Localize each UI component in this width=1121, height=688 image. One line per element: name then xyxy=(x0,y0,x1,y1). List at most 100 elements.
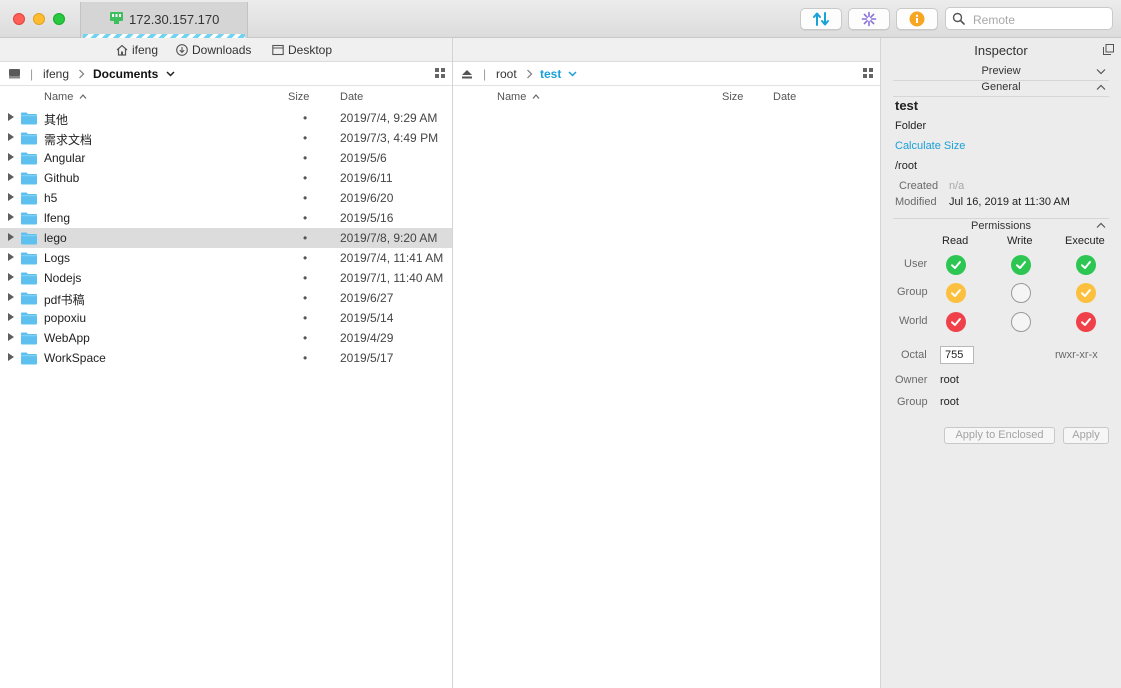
checkmark-icon xyxy=(951,318,961,326)
disclosure-triangle-icon[interactable] xyxy=(8,273,14,281)
table-row[interactable]: Angular • 2019/5/6 xyxy=(0,148,452,168)
perm-read-toggle[interactable] xyxy=(946,283,966,303)
apply-button[interactable]: Apply xyxy=(1063,427,1109,444)
local-path-root[interactable]: ifeng xyxy=(43,67,69,81)
favorite-desktop-label: Desktop xyxy=(288,43,333,57)
table-row[interactable]: 其他 • 2019/7/4, 9:29 AM xyxy=(0,108,452,128)
disclosure-triangle-icon[interactable] xyxy=(8,333,14,341)
column-date-header[interactable]: Date xyxy=(773,91,796,103)
folder-icon xyxy=(20,191,38,205)
disclosure-triangle-icon[interactable] xyxy=(8,193,14,201)
sort-ascending-icon xyxy=(79,94,87,99)
created-label: Created xyxy=(899,180,939,192)
desktop-icon xyxy=(272,44,284,56)
table-row[interactable]: lego • 2019/7/8, 9:20 AM xyxy=(0,228,452,248)
file-size: • xyxy=(303,291,308,305)
zoom-window-button[interactable] xyxy=(53,13,65,25)
perm-write-toggle[interactable] xyxy=(1011,283,1031,303)
perm-write-toggle[interactable] xyxy=(1011,255,1031,275)
table-row[interactable]: Nodejs • 2019/7/1, 11:40 AM xyxy=(0,268,452,288)
general-section-header[interactable]: General xyxy=(893,81,1109,97)
perm-execute-header: Execute xyxy=(1065,235,1105,247)
transfer-button[interactable] xyxy=(800,8,842,30)
owner-value[interactable]: root xyxy=(940,374,959,386)
perm-row-label: World xyxy=(899,315,928,327)
file-size: • xyxy=(303,131,308,145)
minimize-window-button[interactable] xyxy=(33,13,45,25)
copy-icon[interactable] xyxy=(1103,44,1114,55)
disclosure-triangle-icon[interactable] xyxy=(8,113,14,121)
table-row[interactable]: Github • 2019/6/11 xyxy=(0,168,452,188)
preview-section-header[interactable]: Preview xyxy=(893,65,1109,81)
chevron-down-icon[interactable] xyxy=(568,71,577,77)
permissions-section-header[interactable]: Permissions xyxy=(893,218,1109,235)
table-row[interactable]: WebApp • 2019/4/29 xyxy=(0,328,452,348)
octal-field[interactable]: 755 xyxy=(940,346,974,364)
perm-execute-toggle[interactable] xyxy=(1076,312,1096,332)
favorite-home[interactable]: ifeng xyxy=(116,43,158,57)
remote-path-root[interactable]: root xyxy=(496,67,517,81)
favorite-downloads[interactable]: Downloads xyxy=(176,43,251,57)
connection-title: 172.30.157.170 xyxy=(129,12,220,27)
folder-icon xyxy=(20,351,38,365)
group-value[interactable]: root xyxy=(940,396,959,408)
activity-button[interactable] xyxy=(848,8,890,30)
column-size-header[interactable]: Size xyxy=(722,91,743,103)
file-name: Angular xyxy=(44,151,86,165)
info-button[interactable] xyxy=(896,8,938,30)
file-name: pdf书稿 xyxy=(44,293,85,307)
item-name: test xyxy=(895,98,919,113)
folder-icon xyxy=(20,231,38,245)
table-row[interactable]: WorkSpace • 2019/5/17 xyxy=(0,348,452,368)
table-row[interactable]: Logs • 2019/7/4, 11:41 AM xyxy=(0,248,452,268)
disclosure-triangle-icon[interactable] xyxy=(8,133,14,141)
disclosure-triangle-icon[interactable] xyxy=(8,253,14,261)
column-date-header[interactable]: Date xyxy=(340,91,363,103)
network-port-icon xyxy=(110,12,123,24)
remote-search-field[interactable]: Remote xyxy=(945,7,1113,30)
grid-view-icon[interactable] xyxy=(435,68,445,78)
perm-read-toggle[interactable] xyxy=(946,312,966,332)
perm-read-toggle[interactable] xyxy=(946,255,966,275)
perm-execute-toggle[interactable] xyxy=(1076,283,1096,303)
column-name-header[interactable]: Name xyxy=(497,91,526,103)
perm-write-toggle[interactable] xyxy=(1011,312,1031,332)
close-window-button[interactable] xyxy=(13,13,25,25)
calculate-size-link[interactable]: Calculate Size xyxy=(895,140,965,152)
folder-icon xyxy=(20,211,38,225)
remote-path-current[interactable]: test xyxy=(540,67,561,81)
disclosure-triangle-icon[interactable] xyxy=(8,153,14,161)
folder-icon xyxy=(20,131,38,145)
favorite-desktop[interactable]: Desktop xyxy=(272,43,332,57)
disclosure-triangle-icon[interactable] xyxy=(8,173,14,181)
local-path-current[interactable]: Documents xyxy=(93,67,158,81)
disclosure-triangle-icon[interactable] xyxy=(8,233,14,241)
disclosure-triangle-icon[interactable] xyxy=(8,353,14,361)
apply-to-enclosed-button[interactable]: Apply to Enclosed xyxy=(944,427,1055,444)
pane-divider[interactable] xyxy=(452,38,453,688)
disclosure-triangle-icon[interactable] xyxy=(8,213,14,221)
transfer-arrows-icon xyxy=(813,12,829,26)
mode-string: rwxr-xr-x xyxy=(1055,349,1098,361)
table-row[interactable]: popoxiu • 2019/5/14 xyxy=(0,308,452,328)
file-size: • xyxy=(303,111,308,125)
table-row[interactable]: lfeng • 2019/5/16 xyxy=(0,208,452,228)
column-size-header[interactable]: Size xyxy=(288,91,309,103)
table-row[interactable]: 需求文档 • 2019/7/3, 4:49 PM xyxy=(0,128,452,148)
eject-icon[interactable] xyxy=(461,69,473,79)
remote-column-header: Name Size Date xyxy=(453,86,880,108)
table-row[interactable]: h5 • 2019/6/20 xyxy=(0,188,452,208)
octal-label: Octal xyxy=(901,349,927,361)
file-name: lfeng xyxy=(44,211,71,225)
disclosure-triangle-icon[interactable] xyxy=(8,293,14,301)
perm-row-label: Group xyxy=(897,286,928,298)
column-name-header[interactable]: Name xyxy=(44,91,73,103)
chevron-down-icon[interactable] xyxy=(166,71,175,77)
grid-view-icon[interactable] xyxy=(863,68,873,78)
table-row[interactable]: pdf书稿 • 2019/6/27 xyxy=(0,288,452,308)
created-value: n/a xyxy=(949,180,965,192)
disclosure-triangle-icon[interactable] xyxy=(8,313,14,321)
connection-tab[interactable]: 172.30.157.170 xyxy=(80,2,248,38)
perm-execute-toggle[interactable] xyxy=(1076,255,1096,275)
preview-section-label: Preview xyxy=(981,65,1021,77)
